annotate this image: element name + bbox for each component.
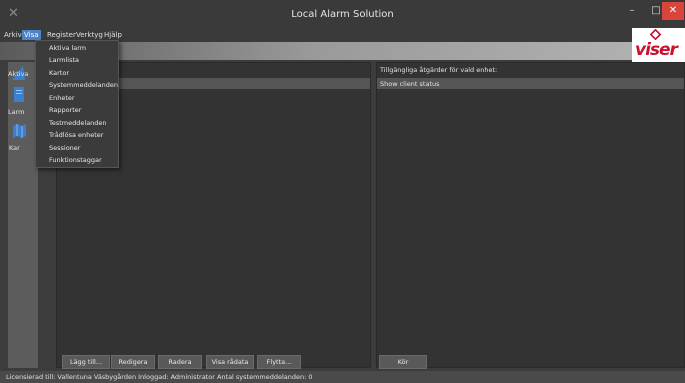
sidebar-label-aktiva[interactable]: Aktiva [8,70,28,78]
map-icon[interactable] [13,124,26,138]
menu-item-aktiva-larm[interactable]: Aktiva larm [49,44,86,53]
menu-item-larmlista[interactable]: Larmlista [49,56,79,65]
title-bar: ✕ Local Alarm Solution – □ ✕ [0,0,685,28]
window-title: Local Alarm Solution [291,9,394,20]
menu-item-systemmeddelanden[interactable]: Systemmeddelanden [49,81,118,90]
navigation-sidebar: Aktiva Larm Kar [8,62,38,368]
actions-header: Tillgängliga åtgärder för vald enhet: [380,66,498,74]
logo-text: viser [635,40,678,60]
run-button[interactable]: Kör [379,355,427,369]
actions-panel: Tillgängliga åtgärder för vald enhet: Sh… [376,62,685,368]
action-item[interactable]: Show client status [377,78,684,89]
status-text: Licensierad till: Vallentuna Väsbygården… [6,373,313,381]
alarm-list-icon[interactable] [13,87,25,102]
menu-verktyg[interactable]: Verktyg [74,30,105,40]
menu-item-funktionstaggar[interactable]: Funktionstaggar [49,156,102,165]
menu-register[interactable]: Register [45,30,78,40]
menu-item-rapporter[interactable]: Rapporter [49,106,81,115]
move-button[interactable]: Flytta... [257,355,301,369]
add-button[interactable]: Lägg till... [62,355,110,369]
sidebar-label-larm[interactable]: Larm [8,108,25,116]
menu-visa[interactable]: Visa [22,30,41,40]
menu-hjalp[interactable]: Hjälp [102,30,124,40]
viser-logo: viser [632,28,685,62]
menu-item-kartor[interactable]: Kartor [49,69,69,78]
delete-button[interactable]: Radera [158,355,202,369]
visa-menu-dropdown: Aktiva larm Larmlista Kartor Systemmedde… [35,40,119,168]
menu-item-enheter[interactable]: Enheter [49,94,75,103]
edit-button[interactable]: Redigera [111,355,155,369]
menu-item-tradlosa-enheter[interactable]: Trådlösa enheter [49,131,103,140]
status-bar: Licensierad till: Vallentuna Väsbygården… [0,371,685,383]
action-item-label: Show client status [380,80,440,88]
close-button[interactable]: ✕ [662,2,684,20]
sidebar-label-kartor[interactable]: Kar [9,144,20,152]
show-raw-data-button[interactable]: Visa rådata [206,355,254,369]
menu-item-testmeddelanden[interactable]: Testmeddelanden [49,119,107,128]
minimize-button[interactable]: – [620,2,644,20]
menu-item-sessioner[interactable]: Sessioner [49,144,80,153]
logo-mark-icon [650,29,661,40]
menu-arkiv[interactable]: Arkiv [2,30,24,40]
